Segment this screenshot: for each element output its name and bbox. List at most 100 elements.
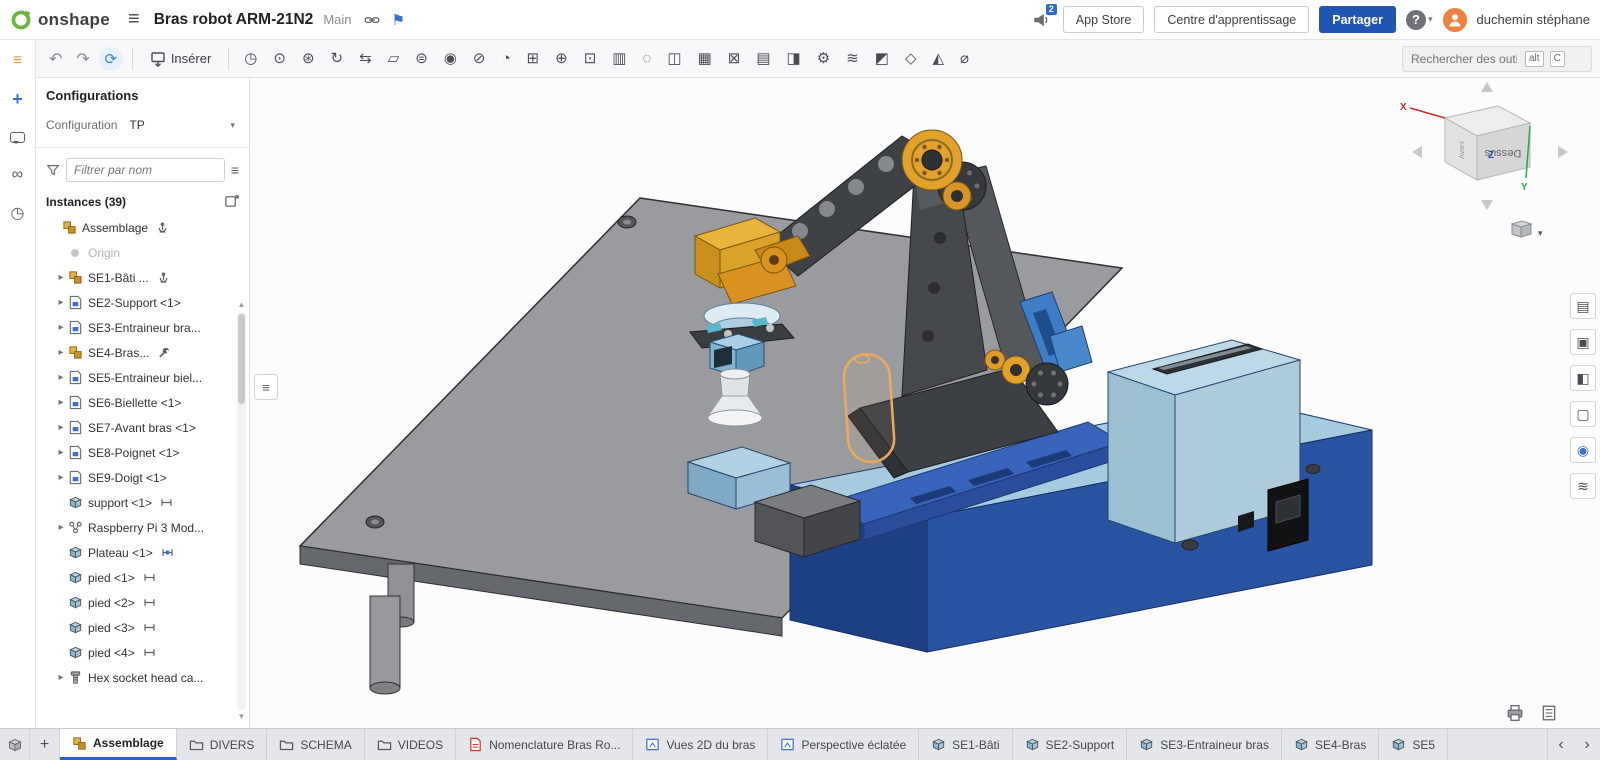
- list-item-se8-poignet[interactable]: ▸ SE8-Poignet <1>: [46, 440, 239, 465]
- notifications-button[interactable]: 2: [1029, 8, 1053, 32]
- scrollbar-track[interactable]: [237, 312, 246, 710]
- list-item-support[interactable]: · support <1>: [46, 490, 239, 515]
- comments-icon[interactable]: [7, 126, 29, 148]
- tab-se3-entraineur-bras[interactable]: SE3-Entraineur bras: [1127, 729, 1282, 760]
- help-menu[interactable]: ? ▾: [1406, 10, 1433, 30]
- slider-mate-icon[interactable]: ⇆: [353, 49, 378, 68]
- list-item-se3-entraineur[interactable]: ▸ SE3-Entraineur bra...: [46, 315, 239, 340]
- workspace-name[interactable]: Main: [323, 12, 351, 27]
- display-states-icon[interactable]: ◩: [869, 49, 895, 68]
- named-views-icon[interactable]: ▣: [1570, 329, 1596, 355]
- list-item-pied-2[interactable]: · pied <2>: [46, 590, 239, 615]
- tab-assemblage[interactable]: Assemblage: [60, 729, 177, 760]
- create-tab-button[interactable]: +: [30, 729, 60, 760]
- ball-mate-icon[interactable]: ◉: [438, 49, 463, 68]
- chevron-right-icon[interactable]: ▸: [54, 397, 68, 408]
- mate-icon[interactable]: ⊙: [267, 49, 292, 68]
- tab-scroll-right-icon[interactable]: ›: [1574, 729, 1600, 760]
- assembly-feature-icon[interactable]: ⊠: [722, 49, 747, 68]
- insert-mate-icon[interactable]: +: [7, 88, 29, 110]
- add-instance-icon[interactable]: [224, 194, 239, 209]
- tool-search[interactable]: alt C: [1402, 46, 1592, 72]
- panel-flyout-handle[interactable]: ≡: [254, 374, 278, 400]
- selection-filter-icon[interactable]: ≋: [1570, 473, 1596, 499]
- chevron-right-icon[interactable]: ▸: [54, 372, 68, 383]
- 3d-viewport[interactable]: ≡: [250, 78, 1600, 728]
- learning-center-button[interactable]: Centre d'apprentissage: [1154, 6, 1309, 33]
- panel-scrollbar[interactable]: ▲ ▼: [235, 300, 248, 722]
- list-item-se4-bras[interactable]: ▸ SE4-Bras...: [46, 340, 239, 365]
- list-item-pied-1[interactable]: · pied <1>: [46, 565, 239, 590]
- rotate-up-arrow-icon[interactable]: [1481, 82, 1493, 92]
- appearance-panel-icon[interactable]: ◉: [1570, 437, 1596, 463]
- list-options-icon[interactable]: ≡: [231, 162, 239, 178]
- linear-pattern-icon[interactable]: ▥: [606, 49, 632, 68]
- list-item-se5-entraineur[interactable]: ▸ SE5-Entraineur biel...: [46, 365, 239, 390]
- pin-slot-mate-icon[interactable]: ⊘: [467, 49, 492, 68]
- list-item-assemblage[interactable]: · Assemblage: [46, 215, 239, 240]
- app-store-button[interactable]: App Store: [1063, 6, 1145, 33]
- chevron-right-icon[interactable]: ▸: [54, 297, 68, 308]
- revolute-mate-icon[interactable]: ↻: [325, 49, 350, 68]
- history-tool-icon[interactable]: ◷: [238, 49, 263, 68]
- named-positions-icon[interactable]: ≋: [840, 49, 865, 68]
- list-item-raspberry-pi[interactable]: ▸ Raspberry Pi 3 Mod...: [46, 515, 239, 540]
- tab-vues-2d[interactable]: Vues 2D du bras: [633, 729, 768, 760]
- redo-icon[interactable]: ↷: [71, 49, 94, 69]
- tab-nomenclature[interactable]: Nomenclature Bras Ro...: [456, 729, 633, 760]
- chevron-right-icon[interactable]: ▸: [54, 272, 68, 283]
- planar-mate-icon[interactable]: ▱: [382, 49, 406, 68]
- document-title[interactable]: Bras robot ARM-21N2: [154, 11, 314, 29]
- circular-pattern-icon[interactable]: ◌: [636, 49, 657, 68]
- filter-input[interactable]: [66, 158, 225, 182]
- list-item-pied-3[interactable]: · pied <3>: [46, 615, 239, 640]
- configurations-icon[interactable]: ⚙: [811, 49, 836, 68]
- sync-icon[interactable]: ⟳: [99, 47, 123, 71]
- mate-connector-icon[interactable]: ⊕: [549, 49, 574, 68]
- standard-content-icon[interactable]: ⊡: [578, 49, 603, 68]
- tab-manager-button[interactable]: [0, 729, 30, 760]
- tab-se4-bras[interactable]: SE4-Bras: [1282, 729, 1379, 760]
- tab-schema[interactable]: SCHEMA: [267, 729, 364, 760]
- print-icon[interactable]: [1506, 704, 1524, 722]
- tab-perspective-eclatee[interactable]: Perspective éclatée: [768, 729, 919, 760]
- group-icon[interactable]: ⊞: [521, 49, 546, 68]
- chevron-right-icon[interactable]: ▸: [54, 322, 68, 333]
- appearance-icon[interactable]: ◨: [781, 49, 807, 68]
- insert-button[interactable]: Insérer: [142, 48, 219, 70]
- list-item-se6-biellette[interactable]: ▸ SE6-Biellette <1>: [46, 390, 239, 415]
- view-cube-side-label[interactable]: Avant: [1459, 141, 1466, 159]
- tool-search-input[interactable]: [1409, 51, 1519, 67]
- main-menu-icon[interactable]: ≡: [128, 8, 140, 31]
- rotate-down-arrow-icon[interactable]: [1481, 200, 1493, 210]
- scroll-down-icon[interactable]: ▼: [238, 712, 246, 722]
- section-view-icon[interactable]: ◭: [926, 49, 950, 68]
- tab-videos[interactable]: VIDEOS: [365, 729, 456, 760]
- sheet-icon[interactable]: [1540, 704, 1558, 722]
- rotate-right-arrow-icon[interactable]: [1558, 146, 1568, 158]
- assembly-structure-icon[interactable]: ≡: [7, 50, 29, 72]
- tab-divers[interactable]: DIVERS: [177, 729, 268, 760]
- chevron-right-icon[interactable]: ▸: [54, 347, 68, 358]
- configuration-select[interactable]: TP ▾: [125, 115, 239, 135]
- section-view-panel-icon[interactable]: ◧: [1570, 365, 1596, 391]
- tab-se1-bati[interactable]: SE1-Bâti: [919, 729, 1012, 760]
- measure-icon[interactable]: ⌀: [954, 49, 975, 68]
- list-item-plateau[interactable]: · Plateau <1>: [46, 540, 239, 565]
- share-button[interactable]: Partager: [1319, 6, 1396, 33]
- isolate-icon[interactable]: ▢: [1570, 401, 1596, 427]
- chevron-right-icon[interactable]: ▸: [54, 522, 68, 533]
- mirror-icon[interactable]: ◫: [661, 49, 687, 68]
- chevron-right-icon[interactable]: ▸: [54, 447, 68, 458]
- list-item-pied-4[interactable]: · pied <4>: [46, 640, 239, 665]
- chevron-right-icon[interactable]: ▸: [54, 472, 68, 483]
- user-name[interactable]: duchemin stéphane: [1477, 12, 1590, 27]
- rotate-left-arrow-icon[interactable]: [1412, 146, 1422, 158]
- onshape-logo[interactable]: onshape: [10, 9, 110, 31]
- fastened-mate-icon[interactable]: ⊛: [296, 49, 321, 68]
- bookmark-flag-icon[interactable]: ⚑: [392, 11, 405, 29]
- tab-se2-support[interactable]: SE2-Support: [1013, 729, 1128, 760]
- list-item-origin[interactable]: · Origin: [46, 240, 239, 265]
- tab-scroll-left-icon[interactable]: ‹: [1548, 729, 1574, 760]
- chevron-right-icon[interactable]: ▸: [54, 422, 68, 433]
